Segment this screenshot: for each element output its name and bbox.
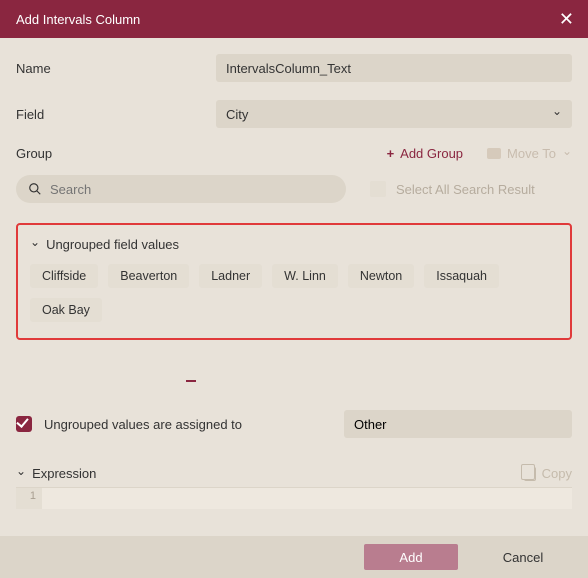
field-select-value: City	[226, 107, 248, 122]
field-value-chip[interactable]: Ladner	[199, 264, 262, 288]
search-icon	[28, 182, 42, 196]
name-input[interactable]	[216, 54, 572, 82]
select-all-search[interactable]: Select All Search Result	[370, 181, 572, 197]
folder-icon	[487, 148, 501, 159]
add-group-button[interactable]: + Add Group	[387, 146, 463, 161]
assign-checkbox[interactable]	[16, 416, 32, 432]
ungrouped-toggle[interactable]: Ungrouped field values	[30, 237, 558, 252]
search-box[interactable]	[16, 175, 346, 203]
name-label: Name	[16, 61, 216, 76]
add-button[interactable]: Add	[364, 544, 458, 570]
dialog-title: Add Intervals Column	[16, 12, 140, 27]
expression-editor[interactable]: 1	[16, 487, 572, 509]
field-select[interactable]: City	[216, 100, 572, 128]
field-value-chip[interactable]: Oak Bay	[30, 298, 102, 322]
code-line[interactable]	[42, 488, 572, 509]
plus-icon: +	[387, 146, 395, 161]
chevron-down-icon	[562, 147, 572, 161]
add-group-label: Add Group	[400, 146, 463, 161]
copy-button[interactable]: Copy	[524, 466, 572, 481]
cancel-button[interactable]: Cancel	[476, 544, 570, 570]
ungrouped-title: Ungrouped field values	[46, 237, 179, 252]
chevron-down-icon	[30, 238, 40, 252]
chevron-down-icon	[16, 467, 26, 481]
copy-icon	[524, 467, 536, 481]
divider	[186, 380, 196, 382]
move-to-button: Move To	[487, 146, 572, 161]
field-label: Field	[16, 107, 216, 122]
group-label: Group	[16, 146, 216, 161]
field-value-chip[interactable]: Issaquah	[424, 264, 499, 288]
field-value-chip[interactable]: Beaverton	[108, 264, 189, 288]
search-input[interactable]	[50, 182, 334, 197]
assign-label: Ungrouped values are assigned to	[44, 417, 332, 432]
expression-toggle[interactable]: Expression	[16, 466, 96, 481]
ungrouped-panel: Ungrouped field values Cliffside Beaverto…	[16, 223, 572, 340]
select-all-label: Select All Search Result	[396, 182, 535, 197]
checkbox-icon[interactable]	[370, 181, 386, 197]
line-number: 1	[16, 488, 42, 509]
field-value-chip[interactable]: W. Linn	[272, 264, 338, 288]
assign-input[interactable]	[344, 410, 572, 438]
dialog-titlebar: Add Intervals Column ✕	[0, 0, 588, 38]
copy-label: Copy	[542, 466, 572, 481]
expression-label: Expression	[32, 466, 96, 481]
field-value-chip[interactable]: Newton	[348, 264, 414, 288]
dialog-footer: Add Cancel	[0, 536, 588, 578]
field-value-chip[interactable]: Cliffside	[30, 264, 98, 288]
chevron-down-icon	[552, 107, 562, 121]
close-icon[interactable]: ✕	[559, 10, 574, 28]
move-to-label: Move To	[507, 146, 556, 161]
